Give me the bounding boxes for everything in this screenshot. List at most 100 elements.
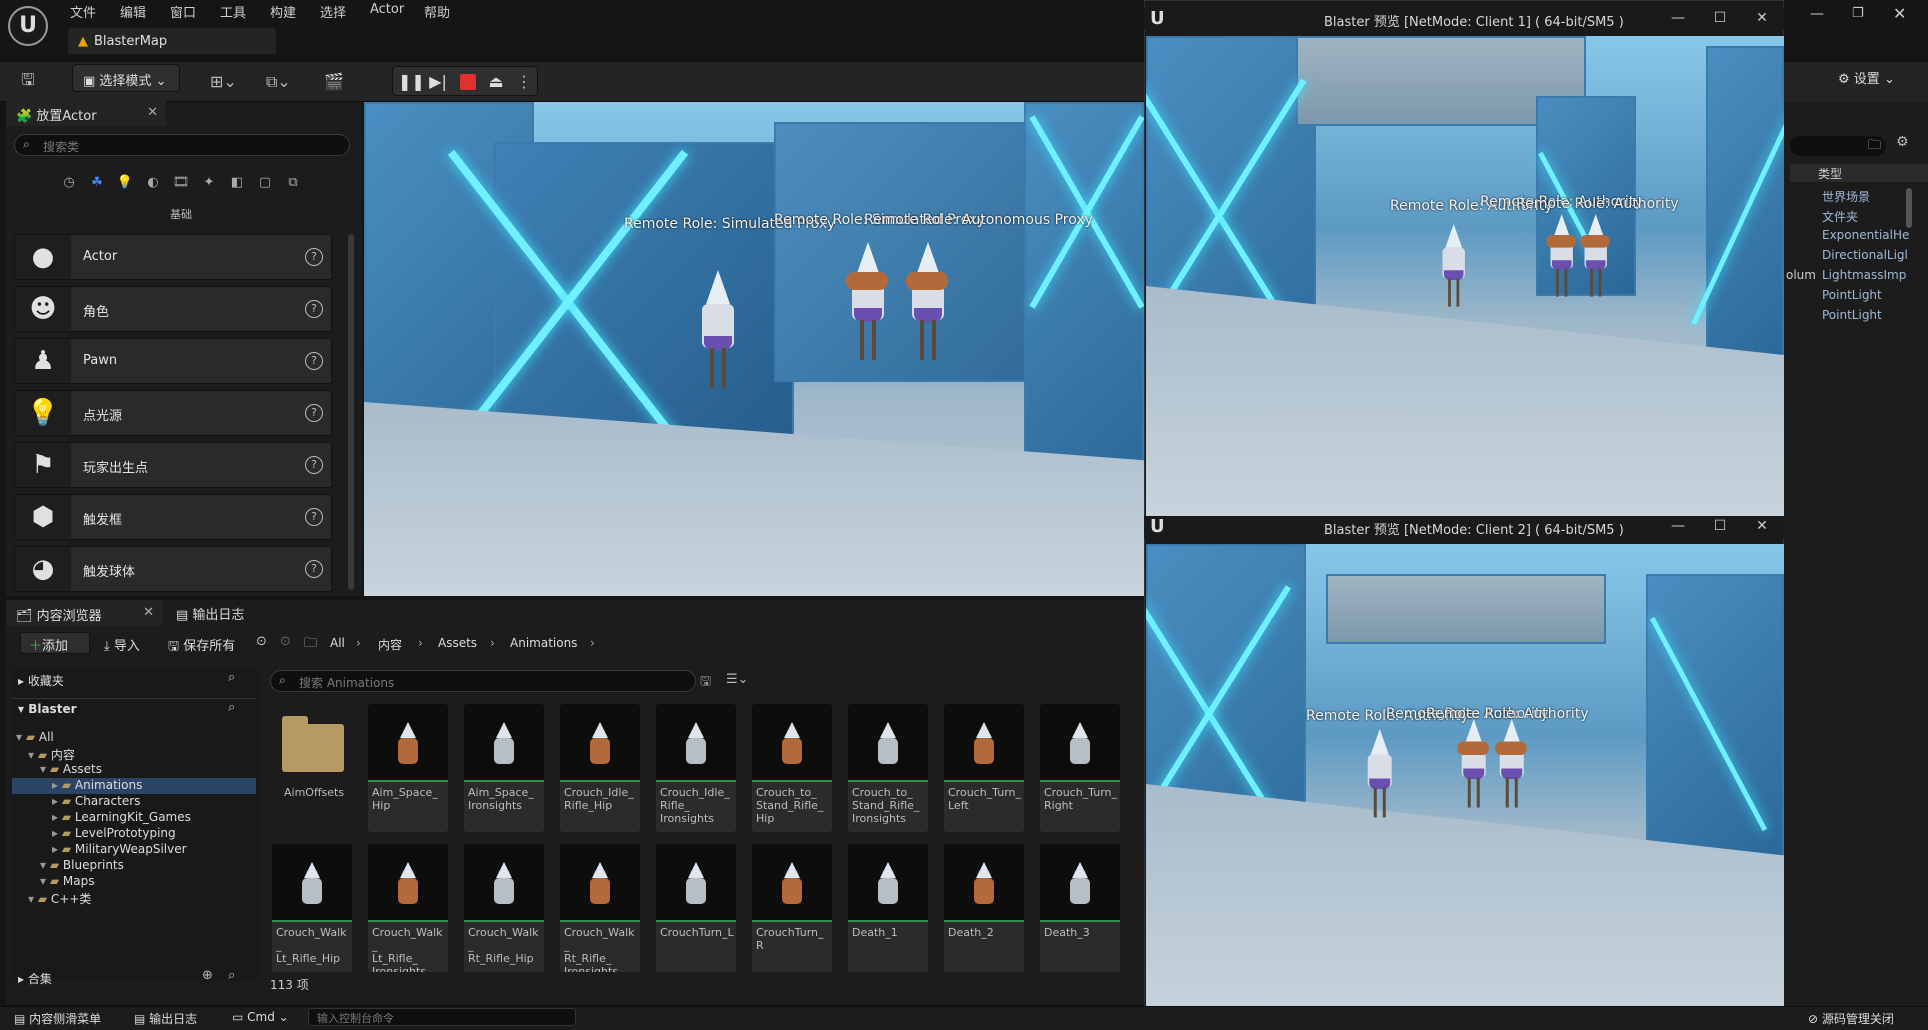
folder-tree-item[interactable]: ▸ ▰ Characters	[52, 794, 140, 810]
close-icon[interactable]: ✕	[1752, 10, 1772, 28]
help-icon[interactable]: ?	[305, 248, 323, 266]
cinematics-icon[interactable]: 🎬⌄	[322, 70, 346, 115]
search-icon[interactable]: ⌕	[228, 700, 235, 715]
chevron-down-icon[interactable]: ▾	[40, 762, 50, 776]
outliner-row[interactable]: PointLight	[1822, 288, 1882, 302]
chevron-right-icon[interactable]: ▸	[52, 842, 62, 856]
menu-actor[interactable]: Actor	[370, 2, 404, 22]
output-log-button[interactable]: ▤ 输出日志	[134, 1010, 197, 1027]
save-icon[interactable]: 🖫	[16, 68, 40, 92]
actor-item-actor[interactable]: ● Actor?	[14, 234, 332, 280]
minimize-icon[interactable]: —	[1668, 10, 1688, 28]
menu-select[interactable]: 选择	[320, 2, 346, 22]
menu-tools[interactable]: 工具	[220, 2, 246, 22]
asset-tile[interactable]: Aim_Space_ Hip	[368, 704, 448, 832]
maximize-icon[interactable]: ☐	[1710, 518, 1730, 536]
actor-list-scrollbar[interactable]	[348, 234, 354, 590]
help-icon[interactable]: ?	[305, 404, 323, 422]
asset-tile[interactable]: Aim_Space_ Ironsights	[464, 704, 544, 832]
breadcrumb-all[interactable]: All	[330, 636, 345, 650]
content-browser-tab[interactable]: 🗂 内容浏览器 ✕	[6, 600, 162, 626]
asset-tile[interactable]: Crouch_Walk_ Rt_Rifle_Hip	[464, 844, 544, 972]
add-collection-icon[interactable]: ⊕	[202, 968, 213, 983]
help-icon[interactable]: ?	[305, 300, 323, 318]
actor-item-trigger-box[interactable]: ⬢ 触发框?	[14, 494, 332, 540]
outliner-row[interactable]: PointLight	[1822, 308, 1882, 322]
folder-tree-item[interactable]: ▸ ▰ MilitaryWeapSilver	[52, 842, 187, 858]
asset-folder[interactable]: AimOffsets	[272, 704, 352, 832]
collections-header[interactable]: ▸ 合集	[18, 970, 52, 987]
content-drawer-button[interactable]: ▤ 内容侧滑菜单	[14, 1010, 101, 1027]
asset-tile[interactable]: Crouch_to_ Stand_Rifle_ Hip	[752, 704, 832, 832]
volumes-icon[interactable]: ▢	[254, 172, 276, 194]
asset-tile[interactable]: Crouch_Walk_ Rt_Rifle_ Ironsights	[560, 844, 640, 972]
outliner-row[interactable]: LightmassImp	[1822, 268, 1906, 282]
asset-tile[interactable]: Crouch_Turn_ Left	[944, 704, 1024, 832]
map-tab[interactable]: ▲ BlasterMap	[68, 28, 276, 54]
help-icon[interactable]: ?	[305, 560, 323, 578]
import-button[interactable]: ⤓ 导入	[104, 635, 140, 654]
actor-item-point-light[interactable]: 💡 点光源?	[14, 390, 332, 436]
settings-button[interactable]: ⚙ 设置 ⌄	[1838, 68, 1895, 87]
chevron-down-icon[interactable]: ▾	[40, 858, 50, 872]
chevron-down-icon[interactable]: ▾	[28, 892, 38, 906]
recent-icon[interactable]: ◷	[58, 172, 80, 194]
outliner-scrollbar[interactable]	[1906, 188, 1912, 228]
folder-tree-item[interactable]: ▾ ▰ Blueprints	[40, 858, 124, 874]
menu-file[interactable]: 文件	[70, 2, 96, 22]
filter-icon[interactable]: ☰⌄	[726, 672, 749, 687]
chevron-down-icon[interactable]: ▾	[16, 730, 26, 744]
maximize-icon[interactable]: ☐	[1710, 10, 1730, 28]
folder-tree-item[interactable]: ▸ ▰ LevelPrototyping	[52, 826, 176, 842]
asset-tile[interactable]: Crouch_Walk_ Lt_Rifle_Hip	[272, 844, 352, 972]
save-search-icon[interactable]: 🖫	[700, 672, 711, 694]
restore-icon[interactable]: ❐	[1852, 6, 1864, 21]
breadcrumb-animations[interactable]: Animations	[510, 636, 577, 650]
menu-build[interactable]: 构建	[270, 2, 296, 22]
folder-tree-item[interactable]: ▾ ▰ Assets	[40, 762, 102, 778]
chevron-down-icon[interactable]: ▾	[28, 748, 38, 762]
add-button[interactable]: ＋添加	[20, 632, 90, 654]
outliner-row[interactable]: ExponentialHe	[1822, 228, 1909, 242]
more-options-icon[interactable]: ⋮	[512, 70, 536, 94]
folder-tree-item[interactable]: ▸ ▰ LearningKit_Games	[52, 810, 191, 826]
menu-edit[interactable]: 编辑	[120, 2, 146, 22]
close-icon[interactable]: ✕	[143, 605, 154, 620]
search-icon[interactable]: ⌕	[228, 670, 235, 685]
shaders-icon[interactable]: ◐	[142, 172, 164, 194]
menu-window[interactable]: 窗口	[170, 2, 196, 22]
folder-tree-item[interactable]: ▾ ▰ 内容	[28, 746, 75, 762]
favorites-header[interactable]: ▸ 收藏夹	[18, 672, 64, 689]
asset-tile[interactable]: CrouchTurn_R	[752, 844, 832, 972]
asset-tile[interactable]: Crouch_to_ Stand_Rifle_ Ironsights	[848, 704, 928, 832]
close-icon[interactable]: ✕	[147, 105, 158, 120]
client-1-titlebar[interactable]: U Blaster 预览 [NetMode: Client 1] ( 64-bi…	[1144, 8, 1784, 30]
pause-icon[interactable]: ❚❚	[398, 70, 425, 94]
actor-item-trigger-sphere[interactable]: ◕ 触发球体?	[14, 546, 332, 592]
help-icon[interactable]: ?	[305, 352, 323, 370]
chevron-right-icon[interactable]: ▸	[52, 778, 62, 792]
cinematic-icon[interactable]: 🎞	[170, 172, 192, 194]
asset-tile[interactable]: Crouch_Walk_ Lt_Rifle_ Ironsights	[368, 844, 448, 972]
asset-tile[interactable]: Death_2	[944, 844, 1024, 972]
close-icon[interactable]: ✕	[1893, 4, 1906, 23]
actor-search-input[interactable]: ⌕ 搜索类	[14, 134, 350, 156]
breadcrumb-assets[interactable]: Assets	[438, 636, 477, 650]
client-2-titlebar[interactable]: U Blaster 预览 [NetMode: Client 2] ( 64-bi…	[1144, 516, 1784, 538]
project-header[interactable]: ▾ Blaster	[18, 702, 77, 716]
close-icon[interactable]: ✕	[1752, 518, 1772, 536]
folder-tree-item[interactable]: ▸ ▰ Animations	[52, 778, 142, 794]
folder-tree-item[interactable]: ▾ ▰ C++类	[28, 890, 91, 906]
outliner-row[interactable]: DirectionalLigl	[1822, 248, 1908, 262]
chevron-down-icon[interactable]: ▾	[40, 874, 50, 888]
help-icon[interactable]: ?	[305, 456, 323, 474]
lights-icon[interactable]: 💡	[114, 172, 136, 194]
folder-icon[interactable]: 🗀	[304, 634, 317, 656]
source-control-button[interactable]: ⊘ 源码管理关闭	[1808, 1010, 1894, 1027]
all-classes-icon[interactable]: ⧉	[282, 172, 304, 194]
asset-tile[interactable]: Crouch_Idle_ Rifle_Hip	[560, 704, 640, 832]
outliner-row[interactable]: 世界场景	[1822, 188, 1870, 205]
unreal-logo-icon[interactable]: U	[8, 6, 48, 46]
minimize-icon[interactable]: —	[1668, 518, 1688, 536]
folder-tree-item[interactable]: ▾ ▰ Maps	[40, 874, 94, 890]
